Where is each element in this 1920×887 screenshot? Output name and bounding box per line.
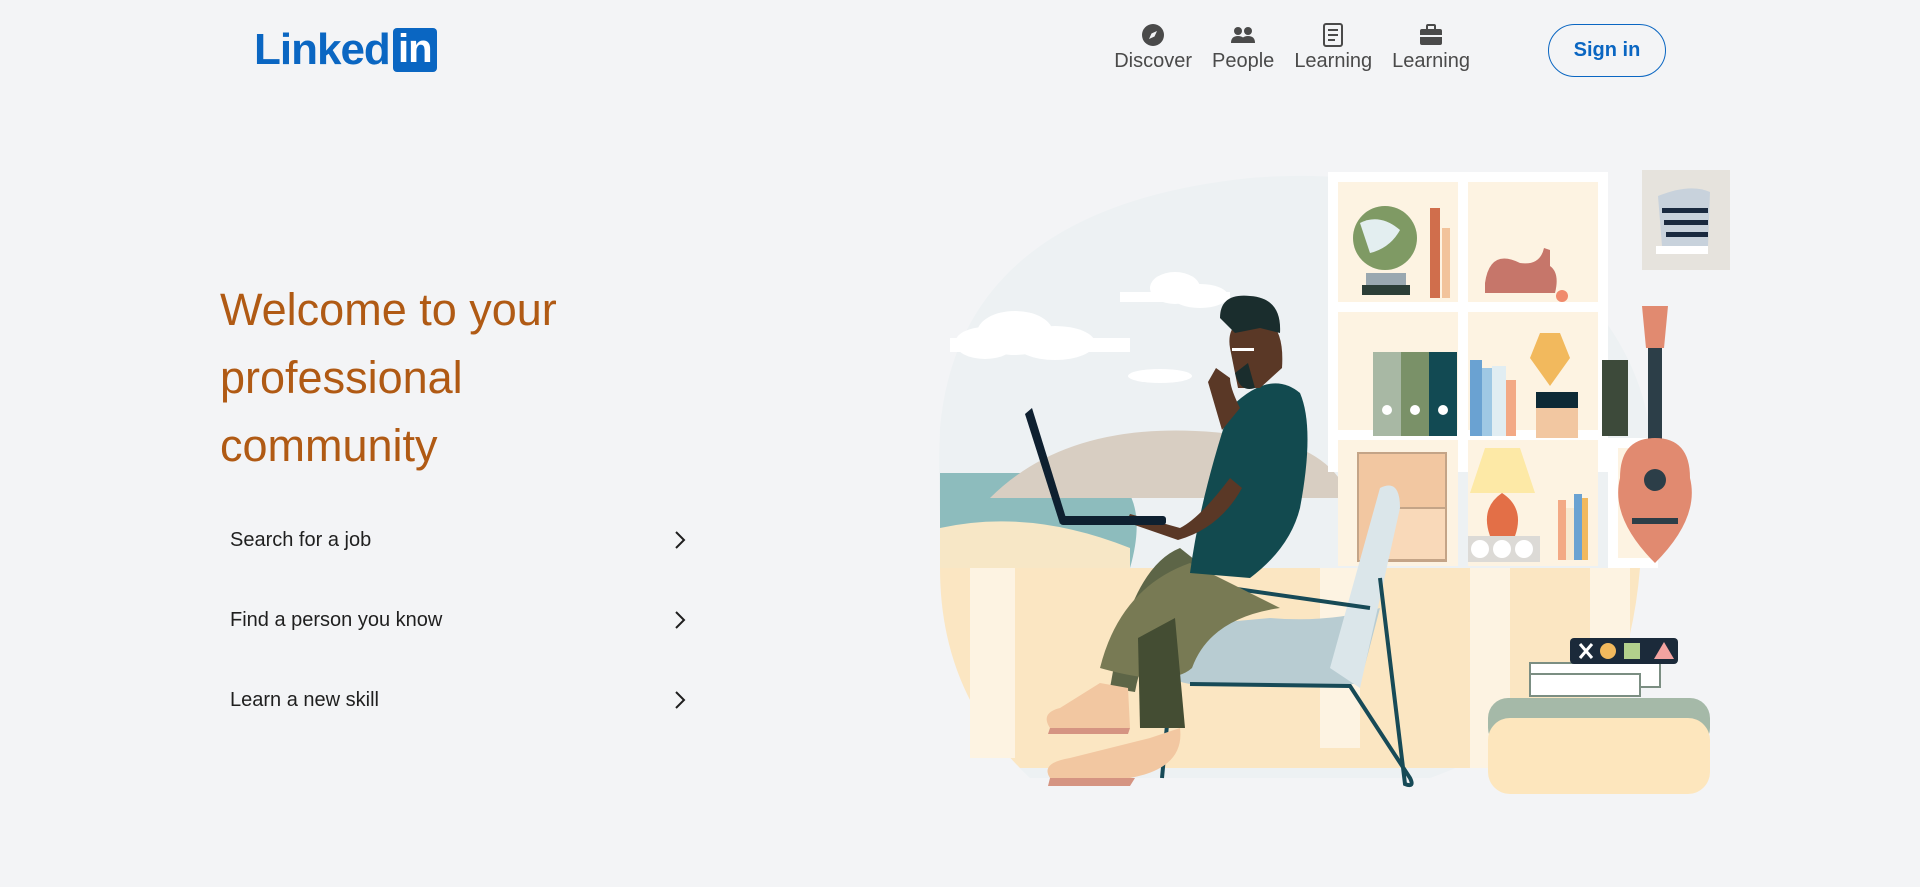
linkedin-logo[interactable]: Linked in	[254, 27, 437, 73]
wall-picture	[1642, 170, 1730, 270]
people-icon	[1230, 22, 1256, 48]
nav-people[interactable]: People	[1202, 22, 1284, 73]
logo-box: in	[392, 27, 437, 72]
top-nav-bar: Linked in Discover People Learning Learn…	[0, 0, 1920, 104]
chevron-right-icon	[675, 531, 686, 549]
briefcase-icon	[1418, 22, 1444, 48]
nav-jobs[interactable]: Learning	[1382, 22, 1480, 73]
compass-icon	[1140, 22, 1166, 48]
learning-icon	[1320, 22, 1346, 48]
nav-learning[interactable]: Learning	[1284, 22, 1382, 73]
hero-title: Welcome to your professional community	[220, 284, 557, 471]
chevron-right-icon	[675, 611, 686, 629]
main-nav: Discover People Learning Learning	[1104, 22, 1480, 73]
sign-in-button[interactable]: Sign in	[1548, 24, 1666, 77]
search-job-label: Search for a job	[230, 528, 372, 551]
learn-skill-label: Learn a new skill	[230, 688, 379, 711]
search-job-link[interactable]: Search for a job	[220, 500, 700, 580]
nav-jobs-label: Learning	[1392, 50, 1470, 72]
logo-wordmark: Linked	[254, 25, 391, 74]
find-person-link[interactable]: Find a person you know	[220, 580, 700, 660]
nav-discover[interactable]: Discover	[1104, 22, 1202, 73]
learn-skill-link[interactable]: Learn a new skill	[220, 660, 700, 740]
chevron-right-icon	[675, 691, 686, 709]
hero-actions: Search for a job Find a person you know …	[220, 500, 700, 740]
nav-people-label: People	[1212, 50, 1275, 72]
nav-learning-label: Learning	[1294, 50, 1373, 72]
find-person-label: Find a person you know	[230, 608, 443, 631]
nav-discover-label: Discover	[1114, 50, 1193, 72]
hero-illustration	[939, 170, 1730, 794]
